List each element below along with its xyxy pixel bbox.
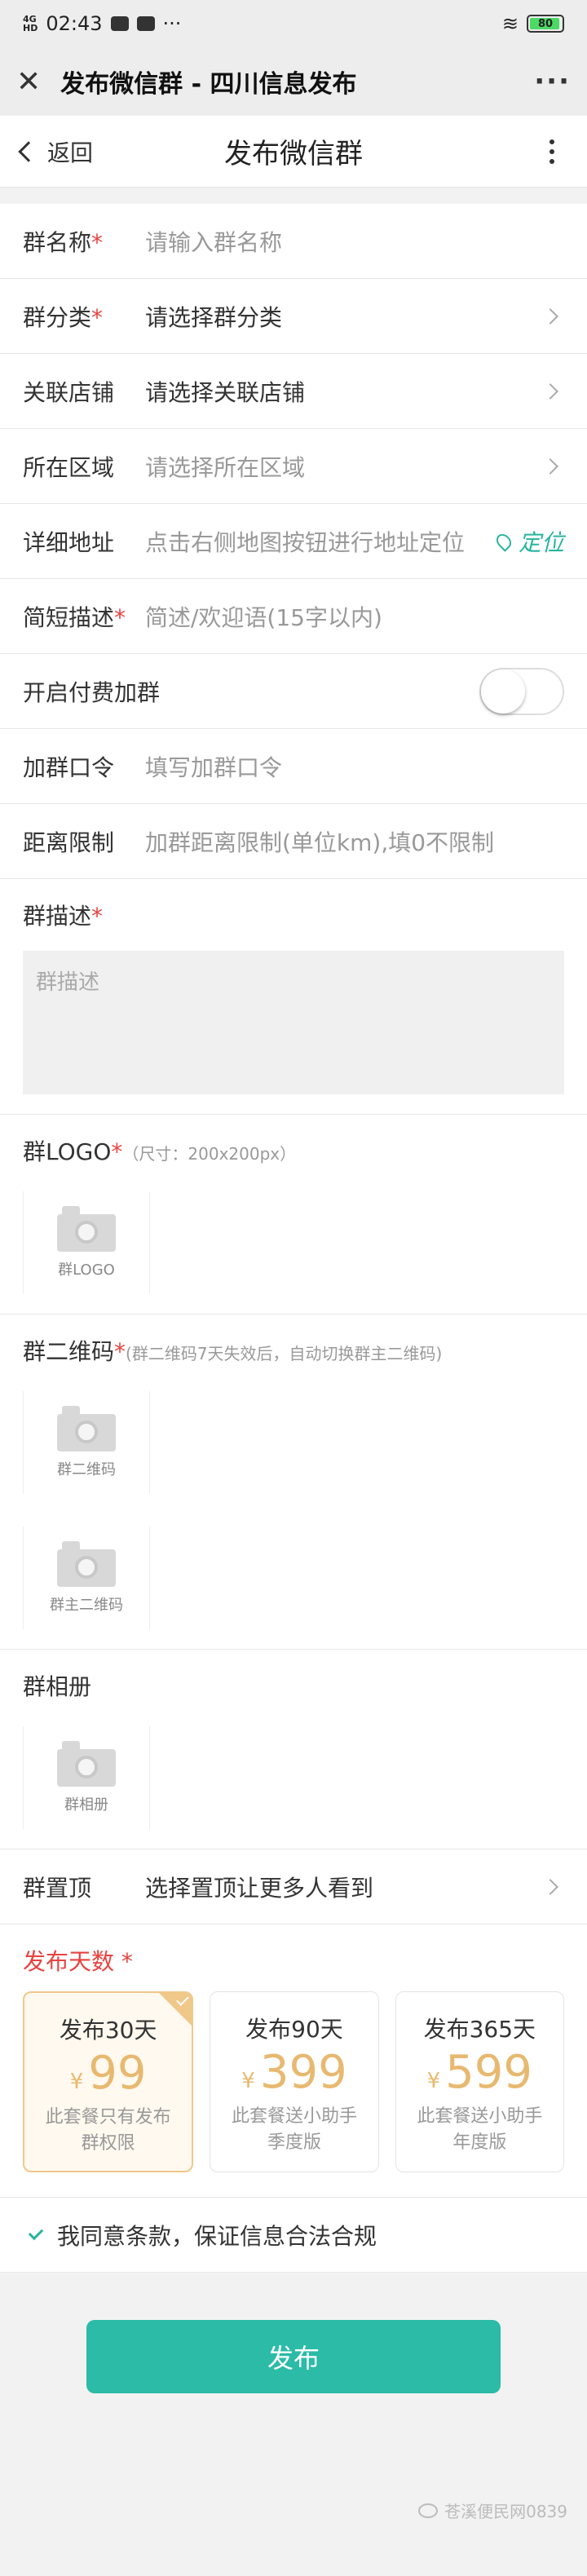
- group-name-row[interactable]: 群名称* 请输入群名称: [0, 204, 587, 279]
- location-pin-icon: [493, 530, 514, 552]
- linked-store-row[interactable]: 关联店铺 请选择关联店铺: [0, 354, 587, 429]
- group-desc-section: 群描述* 群描述: [0, 879, 587, 1115]
- logo-upload-button[interactable]: 群LOGO: [23, 1191, 150, 1294]
- page-navbar: 返回 发布微信群: [0, 116, 587, 188]
- group-name-input[interactable]: 请输入群名称: [145, 225, 564, 258]
- join-password-input[interactable]: 填写加群口令: [145, 750, 564, 783]
- camera-icon: [57, 1541, 116, 1587]
- owner-qr-upload-button[interactable]: 群主二维码: [23, 1527, 150, 1629]
- address-input[interactable]: 点击右侧地图按钮进行地址定位: [145, 525, 497, 558]
- group-category-select[interactable]: 请选择群分类: [145, 300, 545, 333]
- locate-button[interactable]: 定位: [493, 525, 564, 558]
- qr-upload-button[interactable]: 群二维码: [23, 1391, 150, 1494]
- group-top-select[interactable]: 选择置顶让更多人看到: [145, 1871, 545, 1903]
- publish-days-title: 发布天数 *: [0, 1924, 587, 1986]
- region-row[interactable]: 所在区域 请选择所在区域: [0, 429, 587, 504]
- network-indicator: 4G HD: [23, 14, 38, 33]
- group-category-row[interactable]: 群分类* 请选择群分类: [0, 279, 587, 354]
- plan-card-365[interactable]: 发布365天 ¥599 此套餐送小助手 年度版: [395, 1991, 564, 2172]
- back-button[interactable]: 返回: [0, 135, 93, 168]
- wifi-icon: ≋: [501, 12, 519, 35]
- join-password-row[interactable]: 加群口令 填写加群口令: [0, 729, 587, 804]
- more-menu-button[interactable]: ···: [534, 65, 571, 98]
- status-more: ···: [162, 12, 182, 35]
- plan-list: 发布30天 ¥99 此套餐只有发布群权限 发布90天 ¥399 此套餐送小助手季…: [0, 1986, 587, 2198]
- short-desc-row[interactable]: 简短描述* 简述/欢迎语(15字以内): [0, 579, 587, 654]
- paid-join-row: 开启付费加群: [0, 654, 587, 729]
- battery-icon: 80: [527, 15, 564, 33]
- camera-icon: [57, 1206, 116, 1252]
- distance-limit-input[interactable]: 加群距离限制(单位km),填0不限制: [145, 825, 564, 858]
- publish-form: 群名称* 请输入群名称 群分类* 请选择群分类 关联店铺 请选择关联店铺 所在区…: [0, 204, 587, 2273]
- camera-icon: [57, 1406, 116, 1451]
- short-desc-input[interactable]: 简述/欢迎语(15字以内): [145, 600, 564, 633]
- distance-limit-row[interactable]: 距离限制 加群距离限制(单位km),填0不限制: [0, 804, 587, 879]
- chevron-left-icon: [18, 140, 39, 162]
- vertical-more-icon[interactable]: [549, 139, 554, 164]
- publish-button[interactable]: 发布: [86, 2320, 501, 2393]
- plan-card-90[interactable]: 发布90天 ¥399 此套餐送小助手季度版: [210, 1991, 379, 2172]
- wechat-title-bar: ✕ 发布微信群 - 四川信息发布 ···: [0, 47, 587, 116]
- group-album-section: 群相册 群相册: [0, 1650, 587, 1849]
- album-upload-button[interactable]: 群相册: [23, 1726, 150, 1829]
- paid-join-toggle[interactable]: [479, 667, 564, 715]
- group-top-row[interactable]: 群置顶 选择置顶让更多人看到: [0, 1849, 587, 1924]
- address-row[interactable]: 详细地址 点击右侧地图按钮进行地址定位 定位: [0, 504, 587, 579]
- chevron-right-icon: [542, 382, 558, 400]
- plan-card-30[interactable]: 发布30天 ¥99 此套餐只有发布群权限: [23, 1991, 194, 2172]
- wechat-official-icon: [418, 2503, 439, 2518]
- camera-icon: [57, 1741, 116, 1787]
- watermark: 苍溪便民网0839: [418, 2499, 567, 2522]
- footer: 发布 苍溪便民网0839: [0, 2273, 587, 2543]
- group-name-label: 群名称*: [23, 228, 104, 256]
- chevron-right-icon: [542, 307, 558, 325]
- linked-store-select[interactable]: 请选择关联店铺: [145, 375, 545, 408]
- region-select[interactable]: 请选择所在区域: [145, 450, 545, 483]
- agreement-checkbox[interactable]: 我同意条款，保证信息合法合规: [0, 2198, 587, 2273]
- chevron-right-icon: [542, 457, 558, 475]
- status-time: 02:43: [46, 12, 103, 35]
- group-desc-textarea[interactable]: 群描述: [23, 951, 564, 1094]
- group-logo-section: 群LOGO*（尺寸：200x200px） 群LOGO: [0, 1115, 587, 1315]
- chevron-right-icon: [542, 1878, 558, 1895]
- group-qr-section: 群二维码*(群二维码7天失效后，自动切换群主二维码) 群二维码 群主二维码: [0, 1315, 587, 1650]
- cloud-icon: [110, 16, 129, 31]
- checkmark-icon: [28, 2225, 44, 2240]
- message-icon: [136, 16, 155, 31]
- status-bar: 4G HD 02:43 ··· ≋ 80: [0, 0, 587, 47]
- wechat-page-title: 发布微信群 - 四川信息发布: [60, 70, 357, 99]
- close-icon[interactable]: ✕: [16, 65, 41, 99]
